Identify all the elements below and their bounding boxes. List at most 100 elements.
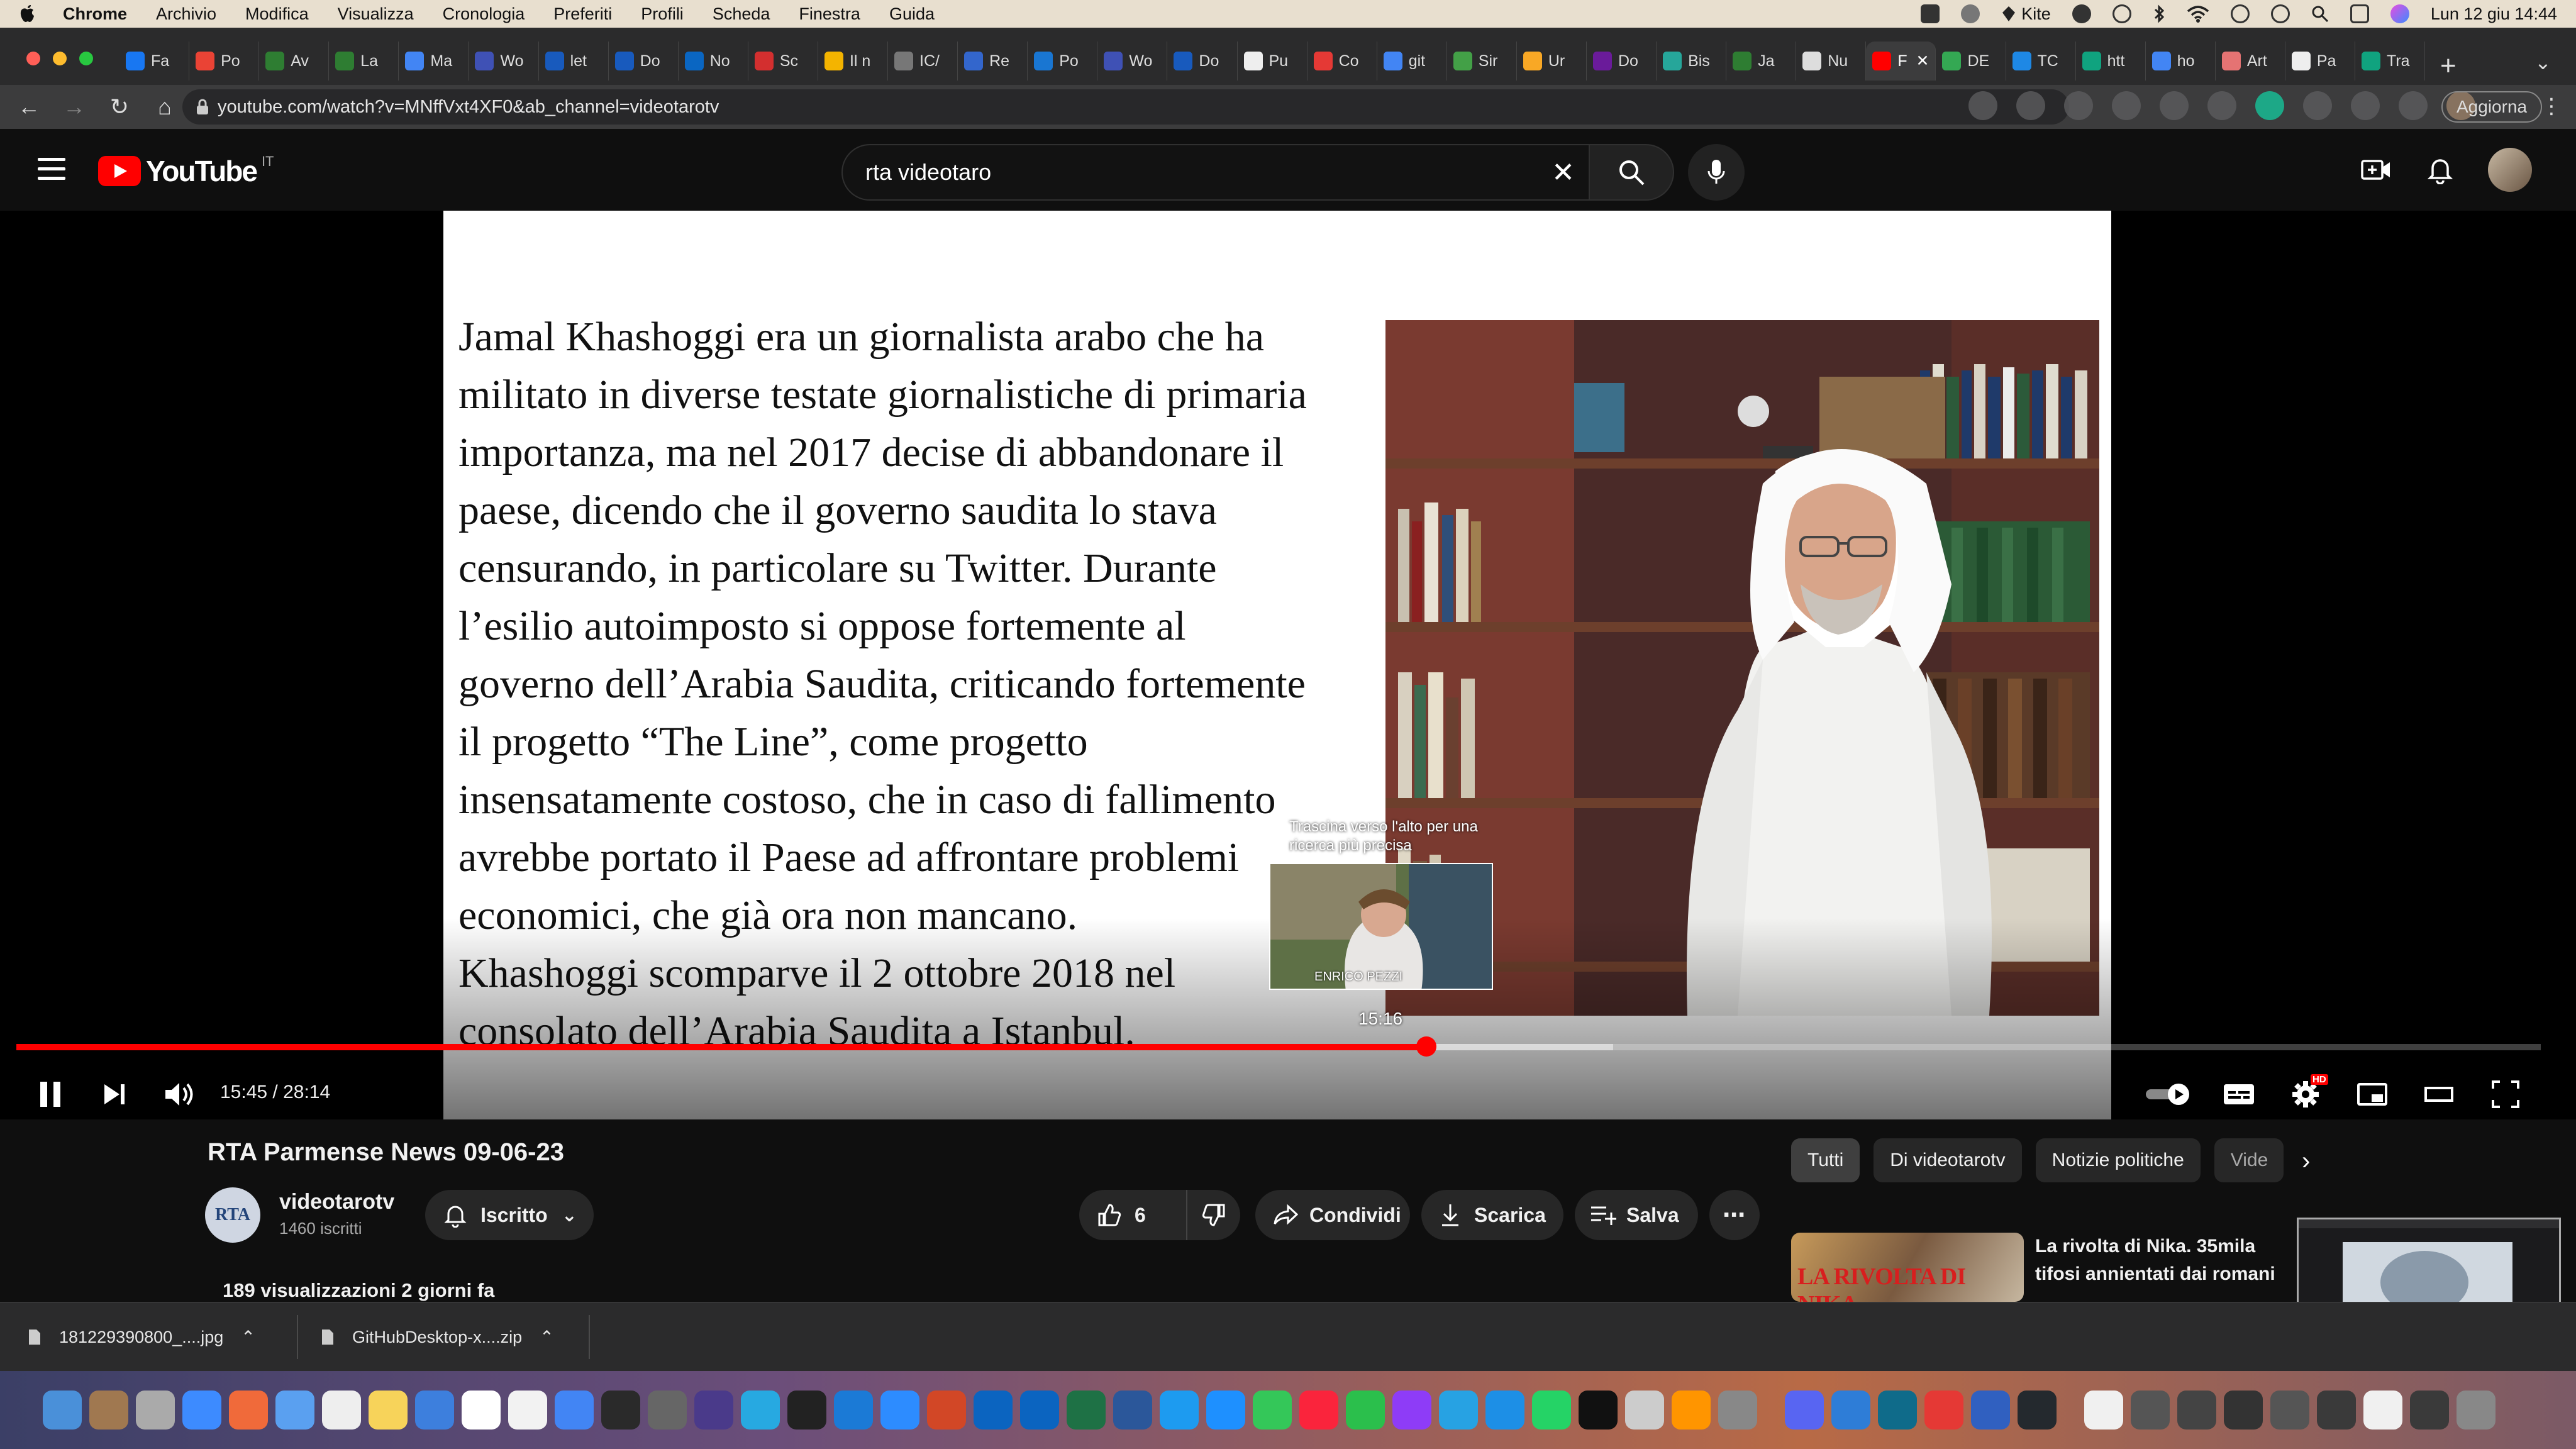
new-tab-button[interactable]: + [2440, 50, 2457, 82]
dock-app-icon[interactable] [927, 1391, 966, 1430]
dock-app-icon[interactable] [1579, 1391, 1618, 1430]
browser-tab[interactable]: Do [1587, 42, 1657, 80]
channel-name[interactable]: videotarotv [279, 1190, 394, 1214]
chip-all[interactable]: Tutti [1791, 1138, 1860, 1182]
install-app-icon[interactable] [1968, 91, 1997, 120]
dock-app-icon[interactable] [1392, 1391, 1431, 1430]
menu-hamburger-icon[interactable] [38, 158, 65, 180]
pause-button[interactable] [33, 1069, 68, 1119]
menu-visualizza[interactable]: Visualizza [338, 4, 414, 24]
browser-tab[interactable]: Nu [1796, 42, 1867, 80]
browser-tab[interactable]: Wo [469, 42, 539, 80]
dock-app-icon[interactable] [601, 1391, 640, 1430]
dock-app-icon[interactable] [1878, 1391, 1917, 1430]
chip-videos[interactable]: Vide [2214, 1138, 2284, 1182]
dock-app-icon[interactable] [89, 1391, 128, 1430]
dock-app-icon[interactable] [555, 1391, 594, 1430]
browser-tab[interactable]: Do [1167, 42, 1238, 80]
dock-app-icon[interactable] [2317, 1391, 2356, 1430]
chevron-right-icon[interactable]: › [2302, 1147, 2310, 1175]
browser-tab[interactable]: Ma [399, 42, 469, 80]
share-icon[interactable] [2064, 91, 2093, 120]
mute-button[interactable] [161, 1069, 199, 1119]
address-bar[interactable]: youtube.com/watch?v=MNffVxt4XF0&ab_chann… [182, 89, 2069, 125]
menu-archivio[interactable]: Archivio [156, 4, 216, 24]
browser-tab[interactable]: La [329, 42, 399, 80]
dock-app-icon[interactable] [2270, 1391, 2309, 1430]
chrome-menu-icon[interactable]: ⋮ [2541, 94, 2562, 119]
dock-app-icon[interactable] [1346, 1391, 1385, 1430]
menu-preferiti[interactable]: Preferiti [553, 4, 612, 24]
dock-app-icon[interactable] [2363, 1391, 2402, 1430]
siri-icon[interactable] [2390, 4, 2409, 23]
play-status-icon[interactable] [2112, 4, 2131, 23]
time-machine-icon[interactable] [2270, 4, 2290, 23]
browser-tab[interactable]: ho [2146, 42, 2216, 80]
dock-app-icon[interactable] [2177, 1391, 2216, 1430]
search-input[interactable]: rta videotaro ✕ [841, 144, 1590, 201]
dock-app-icon[interactable] [1253, 1391, 1292, 1430]
download-item-jpg[interactable]: 181229390800_....jpg ⌃ [28, 1302, 279, 1372]
clear-search-icon[interactable]: ✕ [1552, 159, 1575, 187]
dock-app-icon[interactable] [974, 1391, 1013, 1430]
dock-app-icon[interactable] [322, 1391, 361, 1430]
reading-list-icon[interactable] [2351, 91, 2380, 120]
dock-app-icon[interactable] [880, 1391, 919, 1430]
dock-app-icon[interactable] [275, 1391, 314, 1430]
miniplayer-button[interactable] [2355, 1069, 2390, 1119]
dock-app-icon[interactable] [1924, 1391, 1963, 1430]
browser-tab[interactable]: Do [609, 42, 679, 80]
checkbox-status-icon[interactable] [1921, 4, 1940, 23]
dock-app-icon[interactable] [834, 1391, 873, 1430]
theater-mode-button[interactable] [2421, 1069, 2457, 1119]
browser-tab[interactable]: htt [2076, 42, 2146, 80]
dock-app-icon[interactable] [1067, 1391, 1106, 1430]
zoom-icon[interactable] [2016, 91, 2045, 120]
browser-tab[interactable]: Bis [1657, 42, 1727, 80]
fullscreen-button[interactable] [2488, 1069, 2523, 1119]
dock-app-icon[interactable] [1718, 1391, 1757, 1430]
browser-tab[interactable]: Pa [2285, 42, 2355, 80]
dock-app-icon[interactable] [2018, 1391, 2057, 1430]
dislike-button[interactable] [1187, 1202, 1240, 1228]
bookmark-star-icon[interactable] [2112, 91, 2141, 120]
browser-tab[interactable]: IC/ [888, 42, 958, 80]
spotlight-search-icon[interactable] [2311, 5, 2329, 23]
browser-tab[interactable]: Il n [818, 42, 889, 80]
video-player[interactable]: Jamal Khashoggi era un giornalista arabo… [0, 211, 2576, 1119]
home-button[interactable]: ⌂ [148, 91, 181, 123]
subscribed-button[interactable]: Iscritto ⌄ [425, 1190, 594, 1240]
dock-app-icon[interactable] [1625, 1391, 1664, 1430]
progress-bar[interactable] [16, 1036, 2541, 1057]
browser-tab[interactable]: git [1377, 42, 1447, 80]
browser-tab[interactable]: Av [259, 42, 330, 80]
more-actions-button[interactable]: ⋯ [1709, 1190, 1760, 1240]
wifi-icon[interactable] [2187, 5, 2209, 23]
chevron-up-icon[interactable]: ⌃ [540, 1328, 554, 1347]
next-button[interactable] [97, 1069, 132, 1119]
channel-avatar[interactable]: RTA [205, 1187, 260, 1243]
dock-app-icon[interactable] [1532, 1391, 1571, 1430]
youtube-logo[interactable]: YouTube IT [98, 153, 274, 188]
dock-app-icon[interactable] [508, 1391, 547, 1430]
menu-cronologia[interactable]: Cronologia [443, 4, 525, 24]
browser-tab[interactable]: Po [189, 42, 260, 80]
voice-search-button[interactable] [1688, 144, 1745, 201]
browser-tab[interactable]: DE [1936, 42, 2006, 80]
browser-tab[interactable]: Ur [1517, 42, 1587, 80]
side-panel-icon[interactable] [2399, 91, 2428, 120]
menu-finestra[interactable]: Finestra [799, 4, 860, 24]
kite-status-item[interactable]: Kite [2001, 4, 2051, 24]
browser-tab[interactable]: Co [1307, 42, 1377, 80]
browser-tab[interactable]: Ja [1726, 42, 1797, 80]
share-button[interactable]: Condividi [1255, 1190, 1410, 1240]
dock-app-icon[interactable] [43, 1391, 82, 1430]
create-video-icon[interactable] [2361, 157, 2392, 182]
scrubber-handle[interactable] [1416, 1036, 1437, 1057]
dock-app-icon[interactable] [648, 1391, 687, 1430]
download-item-zip[interactable]: GitHubDesktop-x....zip ⌃ [321, 1302, 572, 1372]
menu-app-name[interactable]: Chrome [63, 4, 127, 24]
chip-channel[interactable]: Di videotarotv [1874, 1138, 2022, 1182]
subtitles-button[interactable] [2221, 1069, 2257, 1119]
menu-profili[interactable]: Profili [641, 4, 684, 24]
